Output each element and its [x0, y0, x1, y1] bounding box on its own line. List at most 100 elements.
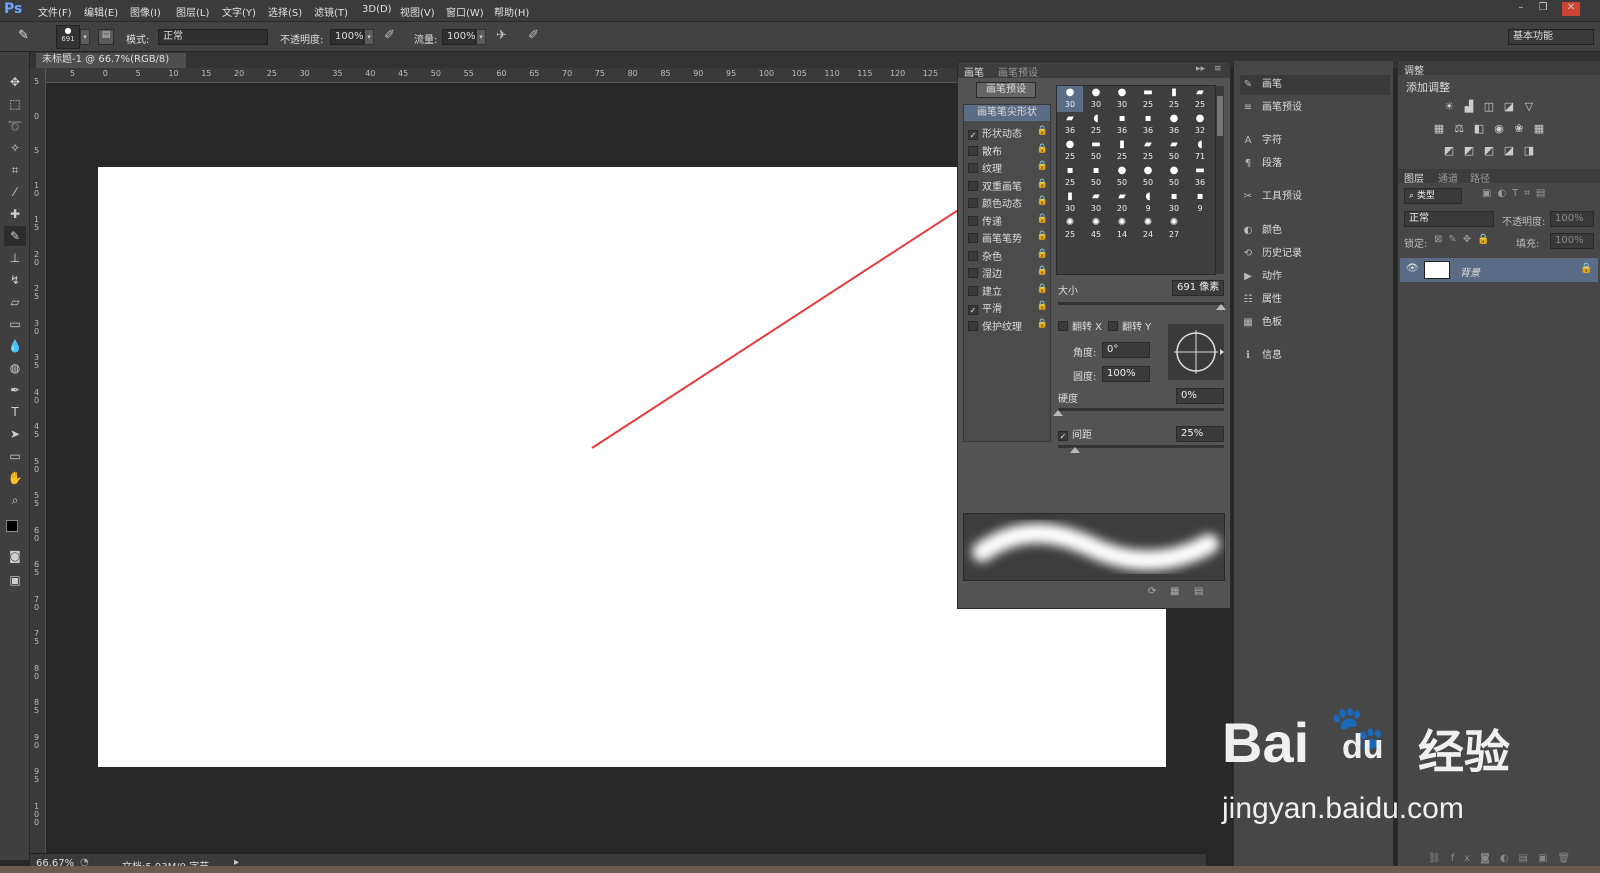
brush-tip[interactable]: ● 25: [1057, 138, 1083, 164]
tip-grid-scrollbar[interactable]: [1216, 86, 1224, 274]
vibrance-icon[interactable]: ▽: [1522, 101, 1536, 113]
brush-tip[interactable]: ▪ 36: [1109, 112, 1135, 138]
flip-y-checkbox[interactable]: [1108, 321, 1118, 331]
brush-option-checkbox[interactable]: [968, 285, 978, 296]
selective-color-icon[interactable]: ◪: [1502, 145, 1516, 157]
eraser-tool-icon[interactable]: ▱: [4, 292, 26, 312]
blur-tool-icon[interactable]: 💧: [4, 336, 26, 356]
layer-blend-mode[interactable]: 正常: [1404, 211, 1494, 227]
option-lock-icon[interactable]: 🔒: [1037, 319, 1048, 329]
brush-tip[interactable]: ▰ 36: [1057, 112, 1083, 138]
brush-tip[interactable]: ● 30: [1057, 86, 1083, 112]
menu-type[interactable]: 文字(Y): [222, 4, 256, 19]
brush-tip[interactable]: ● 30: [1109, 86, 1135, 112]
dock-item-tool-preset[interactable]: ✂ 工具预设: [1240, 187, 1390, 207]
option-lock-icon[interactable]: 🔒: [1037, 301, 1048, 311]
option-lock-icon[interactable]: 🔒: [1037, 144, 1048, 154]
brush-option-checkbox[interactable]: [968, 233, 978, 243]
flip-x-toggle[interactable]: 翻转 X: [1058, 318, 1102, 333]
color-balance-icon[interactable]: ⚖: [1452, 123, 1466, 135]
flip-y-toggle[interactable]: 翻转 Y: [1108, 318, 1151, 333]
collapse-icon[interactable]: ▸▸: [1196, 64, 1205, 74]
healing-tool-icon[interactable]: ✚: [4, 204, 26, 224]
airbrush-icon[interactable]: ✈: [496, 28, 507, 43]
brush-option-row[interactable]: 散布 🔒: [968, 143, 1050, 159]
brush-picker-dropdown[interactable]: ▾: [80, 29, 90, 45]
minimize-button[interactable]: –: [1512, 2, 1530, 16]
dock-item-properties[interactable]: ☷ 属性: [1240, 290, 1390, 310]
invert-icon[interactable]: ◩: [1442, 145, 1456, 157]
gradient-map-icon[interactable]: ◨: [1522, 145, 1536, 157]
crop-tool-icon[interactable]: ⌗: [4, 160, 26, 180]
document-tab[interactable]: 未标题-1 @ 66.7%(RGB/8) ×: [36, 53, 186, 79]
photo-filter-icon[interactable]: ◉: [1492, 123, 1506, 135]
layer-row-background[interactable]: 👁 背景 🔒: [1400, 258, 1598, 282]
layer-opacity-input[interactable]: 100%: [1550, 211, 1594, 227]
move-tool-icon[interactable]: ✥: [4, 72, 26, 92]
zoom-tool-icon[interactable]: ⌕: [4, 490, 26, 510]
threshold-icon[interactable]: ◩: [1482, 145, 1496, 157]
tip-grid-scroll-thumb[interactable]: [1217, 96, 1223, 136]
brightness-icon[interactable]: ☀: [1442, 101, 1456, 113]
brush-tip[interactable]: ▪ 50: [1083, 164, 1109, 190]
exposure-icon[interactable]: ◪: [1502, 101, 1516, 113]
create-brush-icon[interactable]: ⟳: [1148, 586, 1156, 597]
layer-filter-icons[interactable]: ▣◐T⌗▤: [1482, 188, 1551, 199]
menu-3d[interactable]: 3D(D): [362, 4, 392, 15]
brush-tip[interactable]: ✺ 24: [1135, 216, 1161, 242]
brush-tip[interactable]: ● 36: [1161, 112, 1187, 138]
foreground-color-swatch[interactable]: [6, 520, 18, 532]
dock-item-swatches[interactable]: ▦ 色板: [1240, 313, 1390, 333]
dock-item-brush-preset[interactable]: ≡ 画笔预设: [1240, 98, 1390, 118]
levels-icon[interactable]: ▟: [1462, 101, 1476, 113]
hue-saturation-icon[interactable]: ▦: [1432, 123, 1446, 135]
option-lock-icon[interactable]: 🔒: [1037, 179, 1048, 189]
option-lock-icon[interactable]: 🔒: [1037, 231, 1048, 241]
dock-item-character[interactable]: A 字符: [1240, 131, 1390, 151]
brush-option-checkbox[interactable]: [968, 145, 978, 156]
brush-tip[interactable]: ✺ 45: [1083, 216, 1109, 242]
layer-footer-icons[interactable]: ⛓fx◙◐▤▣🗑: [1428, 853, 1580, 864]
size-input[interactable]: 691 像素: [1172, 280, 1224, 296]
brush-tip[interactable]: ▮ 25: [1161, 86, 1187, 112]
brush-tip-grid[interactable]: ● 30 ● 30 ● 30 ▬ 25 ▮ 25 ▰ 25 ▰ 36 ◖ 25 ▪ 36 ▪ 36 ● 36 ● 32 ● 25 ▬…: [1056, 85, 1216, 275]
brush-tip[interactable]: ● 50: [1109, 164, 1135, 190]
hand-tool-icon[interactable]: ✋: [4, 468, 26, 488]
option-lock-icon[interactable]: 🔒: [1037, 196, 1048, 206]
brush-tip[interactable]: ● 32: [1187, 112, 1213, 138]
lasso-tool-icon[interactable]: ➰: [4, 116, 26, 136]
menu-select[interactable]: 选择(S): [268, 4, 302, 19]
brush-tip[interactable]: ● 50: [1161, 164, 1187, 190]
layer-name[interactable]: 背景: [1460, 264, 1480, 279]
dock-item-history[interactable]: ⟲ 历史记录: [1240, 244, 1390, 264]
hardness-slider-thumb[interactable]: [1053, 410, 1063, 416]
option-lock-icon[interactable]: 🔒: [1037, 266, 1048, 276]
menu-image[interactable]: 图像(I): [130, 4, 161, 19]
dock-item-actions[interactable]: ▶ 动作: [1240, 267, 1390, 287]
brush-tip[interactable]: ◖ 25: [1083, 112, 1109, 138]
opacity-input[interactable]: 100%: [330, 29, 364, 45]
eyedropper-tool-icon[interactable]: ⁄: [4, 182, 26, 202]
channel-mixer-icon[interactable]: ❀: [1512, 123, 1526, 135]
tab-paths[interactable]: 路径: [1470, 170, 1490, 185]
brush-tip[interactable]: ▬ 50: [1083, 138, 1109, 164]
layer-kind-filter[interactable]: ⌕ 类型: [1404, 188, 1462, 204]
brush-tip[interactable]: ▰ 30: [1083, 190, 1109, 216]
brush-tip-shape-header[interactable]: 画笔笔尖形状: [964, 105, 1050, 121]
workspace-switcher[interactable]: 基本功能: [1508, 29, 1594, 45]
dock-item-paragraph[interactable]: ¶ 段落: [1240, 154, 1390, 174]
brush-tip[interactable]: ▬ 25: [1135, 86, 1161, 112]
brush-tool-icon[interactable]: ✎: [18, 28, 29, 43]
brush-tip[interactable]: ✺ 25: [1057, 216, 1083, 242]
brush-tip[interactable]: ▪ 25: [1057, 164, 1083, 190]
spacing-input[interactable]: 25%: [1176, 426, 1224, 442]
pen-tool-icon[interactable]: ✒: [4, 380, 26, 400]
brush-option-row[interactable]: ✓ 平滑 🔒: [968, 300, 1050, 316]
brush-picker[interactable]: ● 691: [56, 25, 80, 49]
posterize-icon[interactable]: ◩: [1462, 145, 1476, 157]
hardness-input[interactable]: 0%: [1176, 388, 1224, 404]
gradient-tool-icon[interactable]: ▭: [4, 314, 26, 334]
brush-tip[interactable]: ▬ 36: [1187, 164, 1213, 190]
color-lookup-icon[interactable]: ▦: [1532, 123, 1546, 135]
mode-select[interactable]: 正常: [158, 29, 268, 45]
